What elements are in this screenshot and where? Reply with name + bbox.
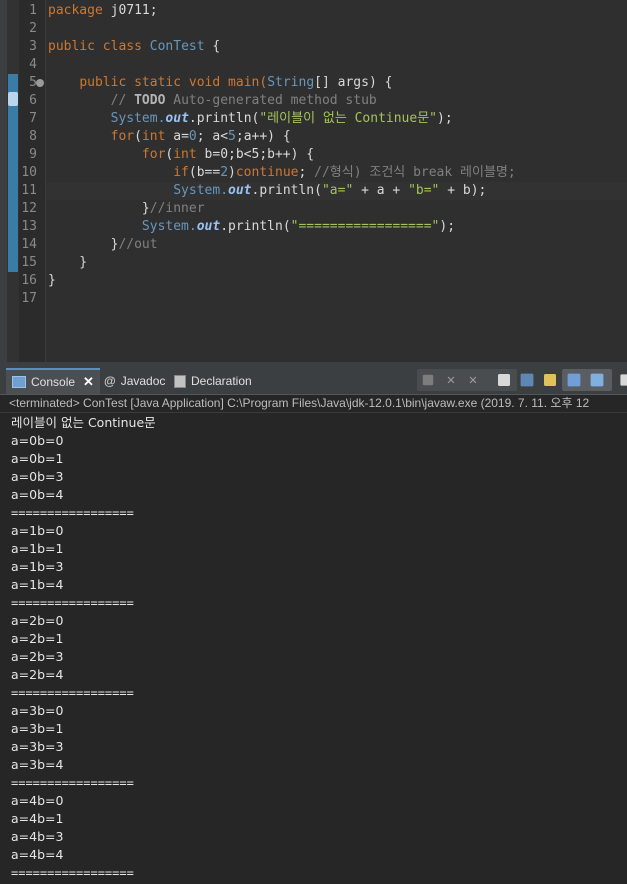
clear-console-icon[interactable] [498, 374, 510, 386]
console-output-line: a=3b=0 [11, 703, 64, 718]
javadoc-icon: @ [104, 374, 116, 388]
code-line-13[interactable]: System.out.println("================="); [48, 218, 455, 236]
code-line-12[interactable]: }//inner [48, 200, 205, 218]
scroll-lock-icon[interactable] [520, 373, 534, 387]
tab-console[interactable]: Console ✕ [6, 368, 100, 394]
declaration-icon [174, 374, 186, 388]
tab-declaration[interactable]: Declaration [174, 370, 252, 392]
close-icon[interactable]: ✕ [83, 374, 94, 390]
console-output-line: a=1b=0 [11, 523, 64, 538]
console-output-line: a=3b=4 [11, 757, 64, 772]
console-output-line: a=4b=0 [11, 793, 64, 808]
line-number: 13 [21, 219, 37, 234]
console-output-line: a=3b=1 [11, 721, 64, 736]
line-number: 12 [21, 201, 37, 216]
editor-left-strip [0, 0, 7, 362]
code-line-7[interactable]: System.out.println("레이블이 없는 Continue문"); [48, 110, 453, 128]
line-number: 14 [21, 237, 37, 252]
console-output-line: a=3b=3 [11, 739, 64, 754]
console-output-line: ================= [11, 866, 134, 880]
pin-console-icon[interactable] [567, 373, 581, 387]
console-output-line: ================= [11, 596, 134, 610]
line-number: 7 [29, 111, 37, 126]
line-number: 2 [29, 21, 37, 36]
code-line-8[interactable]: for(int a=0; a<5;a++) { [48, 128, 291, 146]
tab-javadoc-label: Javadoc [120, 374, 166, 388]
console-output-line: a=4b=3 [11, 829, 64, 844]
line-number: 6 [29, 93, 37, 108]
line-number: 17 [21, 291, 37, 306]
terminate-icon[interactable] [422, 374, 434, 386]
fold-toggle-icon[interactable] [36, 79, 44, 87]
line-number: 10 [21, 165, 37, 180]
tab-console-label: Console [31, 375, 76, 389]
console-output-line: ================= [11, 506, 134, 520]
console-process-label: <terminated> ConTest [Java Application] … [0, 395, 627, 413]
console-output-line: a=0b=3 [11, 469, 64, 484]
line-number: 8 [29, 129, 37, 144]
line-number-gutter: 1 2 3 4 5 6 7 8 9 10 11 12 13 14 15 16 17 [19, 0, 46, 362]
open-console-icon[interactable] [620, 374, 627, 386]
code-line-11[interactable]: System.out.println("a=" + a + "b=" + b); [48, 182, 486, 200]
console-output-line: a=4b=1 [11, 811, 64, 826]
console-output-line: a=0b=4 [11, 487, 64, 502]
line-number: 15 [21, 255, 37, 270]
code-line-3[interactable]: public class ConTest { [48, 38, 220, 56]
line-number: 16 [21, 273, 37, 288]
console-output: 레이블이 없는 Continue문 a=0b=0 a=0b=1 a=0b=3 a=0b=… [11, 414, 156, 882]
console-view[interactable]: <terminated> ConTest [Java Application] … [0, 395, 627, 884]
console-output-line: a=4b=4 [11, 847, 64, 862]
code-line-9[interactable]: for(int b=0;b<5;b++) { [48, 146, 314, 164]
tab-javadoc[interactable]: @ Javadoc [104, 370, 165, 392]
console-output-line: a=1b=1 [11, 541, 64, 556]
console-output-line: 레이블이 없는 Continue문 [11, 415, 156, 430]
code-line-5[interactable]: public static void main(String[] args) { [48, 74, 392, 92]
console-output-line: a=1b=3 [11, 559, 64, 574]
console-output-line: ================= [11, 776, 134, 790]
line-number: 5 [29, 75, 37, 90]
console-icon [12, 376, 26, 388]
line-number: 4 [29, 57, 37, 72]
code-line-15[interactable]: } [48, 254, 87, 272]
console-output-line: ================= [11, 686, 134, 700]
tab-declaration-label: Declaration [191, 374, 252, 388]
bottom-panel-tabs: Console ✕ @ Javadoc Declaration ✕ ✕ [0, 368, 627, 395]
console-output-line: a=2b=3 [11, 649, 64, 664]
console-output-line: a=1b=4 [11, 577, 64, 592]
code-line-6[interactable]: // TODO Auto-generated method stub [48, 92, 377, 110]
remove-all-icon[interactable]: ✕ [465, 372, 481, 388]
line-number: 1 [29, 3, 37, 18]
console-output-line: a=2b=0 [11, 613, 64, 628]
code-line-1[interactable]: package j0711; [48, 2, 158, 20]
code-line-14[interactable]: }//out [48, 236, 158, 254]
annotation-ruler [7, 0, 19, 362]
code-line-10[interactable]: if(b==2)continue; //형식) 조건식 break 레이블명; [48, 164, 515, 182]
console-output-line: a=2b=4 [11, 667, 64, 682]
console-output-line: a=2b=1 [11, 631, 64, 646]
code-line-16[interactable]: } [48, 272, 56, 290]
line-number: 11 [21, 183, 37, 198]
code-editor[interactable]: 1 2 3 4 5 6 7 8 9 10 11 12 13 14 15 16 17 package j0711;… [0, 0, 627, 362]
line-number: 9 [29, 147, 37, 162]
console-output-line: a=0b=0 [11, 433, 64, 448]
show-when-output-icon[interactable] [544, 374, 556, 386]
remove-launch-icon[interactable]: ✕ [443, 372, 459, 388]
line-number: 3 [29, 39, 37, 54]
console-output-line: a=0b=1 [11, 451, 64, 466]
display-console-icon[interactable] [590, 373, 604, 387]
task-marker-icon[interactable] [8, 92, 18, 106]
